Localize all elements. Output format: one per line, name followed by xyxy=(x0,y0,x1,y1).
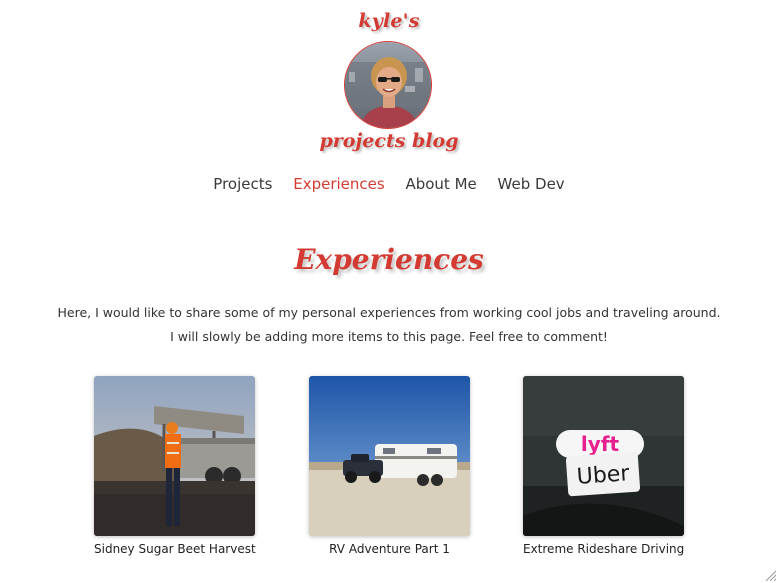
sugar-beet-harvest-photo-icon xyxy=(94,376,255,536)
page-title: Experiences xyxy=(294,243,484,276)
resize-grip-icon[interactable] xyxy=(764,569,776,581)
avatar[interactable] xyxy=(344,41,432,129)
site-logo-bottom[interactable]: projects blog xyxy=(0,130,778,152)
page: kyle's projects blog Projects Experience… xyxy=(0,0,778,583)
card-caption[interactable]: Sidney Sugar Beet Harvest xyxy=(94,542,256,556)
card-thumbnail[interactable]: lyft Uber xyxy=(523,376,684,536)
intro-line-1: Here, I would like to share some of my p… xyxy=(57,305,721,320)
nav-item-experiences[interactable]: Experiences xyxy=(293,175,384,193)
nav-item-about-me[interactable]: About Me xyxy=(405,175,476,193)
profile-photo-icon xyxy=(345,42,431,128)
experience-card-rideshare[interactable]: lyft Uber Extreme Rideshare Driving xyxy=(523,376,684,556)
intro-text: Here, I would like to share some of my p… xyxy=(0,301,778,349)
rv-truck-photo-icon xyxy=(309,376,470,536)
card-caption[interactable]: Extreme Rideshare Driving xyxy=(523,542,684,556)
experience-card-sugar-beet[interactable]: Sidney Sugar Beet Harvest xyxy=(94,376,256,556)
nav-item-web-dev[interactable]: Web Dev xyxy=(498,175,565,193)
svg-text:lyft: lyft xyxy=(581,432,620,456)
lyft-uber-stickers-photo-icon: lyft Uber xyxy=(523,376,684,536)
site-logo-top[interactable]: kyle's xyxy=(0,10,778,32)
svg-text:Uber: Uber xyxy=(576,461,631,490)
nav-item-projects[interactable]: Projects xyxy=(213,175,272,193)
card-thumbnail[interactable] xyxy=(309,376,470,536)
card-thumbnail[interactable] xyxy=(94,376,255,536)
card-caption[interactable]: RV Adventure Part 1 xyxy=(309,542,470,556)
intro-line-2: I will slowly be adding more items to th… xyxy=(170,329,608,344)
main-nav: Projects Experiences About Me Web Dev xyxy=(0,175,778,193)
experience-card-rv-adventure[interactable]: RV Adventure Part 1 xyxy=(309,376,470,556)
